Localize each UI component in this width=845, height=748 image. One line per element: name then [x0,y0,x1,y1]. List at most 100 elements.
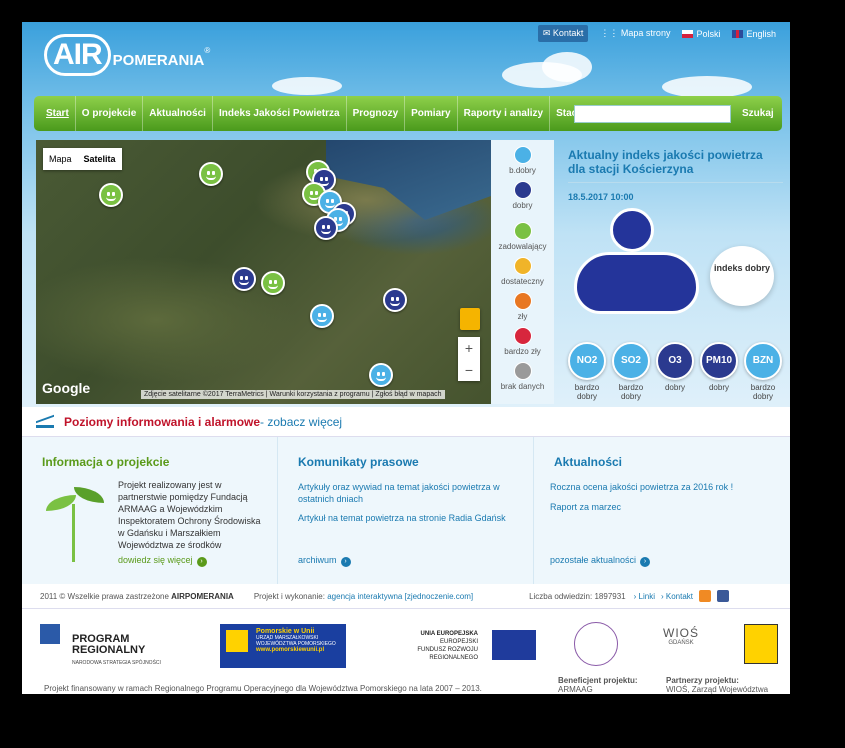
arrow-right-icon: › [340,557,351,567]
legend-face-icon [513,292,532,310]
pollutant-name: PM10 [700,342,738,380]
content-columns: Informacja o projekcie Projekt realizowa… [22,437,790,584]
press-link-1[interactable]: Artykuły oraz wywiad na temat jakości po… [298,481,508,505]
press-more-link[interactable]: archiwum › [298,555,351,567]
eu-logo[interactable]: UNIA EUROPEJSKA EUROPEJSKI FUNDUSZ ROZWO… [412,630,536,664]
pollutant-no2[interactable]: NO2 bardzo dobry [568,342,606,401]
map-type-map[interactable]: Mapa [43,148,78,170]
station-marker[interactable] [310,304,334,328]
legend-label: bardzo zły [504,347,541,356]
zoom-in-button[interactable]: + [458,337,480,359]
news-link-1[interactable]: Roczna ocena jakości powietrza za 2016 r… [550,481,770,493]
sitemap-label: Mapa strony [620,28,671,38]
legend-item: dostateczny [491,257,554,286]
polish-label: Polski [696,28,721,39]
beneficiary-value: ARMAAG [558,685,593,694]
street-view-icon[interactable] [460,308,480,330]
press-column: Komunikaty prasowe Artykuły oraz wywiad … [278,437,534,584]
program-regionalny-logo[interactable]: PROGRAM REGIONALNY NARODOWA STRATEGIA SPÓ… [40,624,161,666]
pollutant-bzn[interactable]: BZN bardzo dobry [744,342,782,401]
pomorskie-sub: URZĄD MARSZAŁKOWSKI WOJEWÓDZTWA POMORSKI… [256,635,336,647]
air-quality-index-panel: Aktualny indeks jakości powietrza dla st… [554,140,790,404]
nav-pomiary[interactable]: Pomiary [405,96,458,131]
english-link[interactable]: English [732,29,776,39]
pollutant-so2[interactable]: SO2 bardzo dobry [612,342,650,401]
news-more-label: pozostałe aktualności [550,555,637,565]
search-button[interactable]: Szukaj [742,105,774,123]
pomorskie-coat-of-arms-icon[interactable] [744,624,778,664]
top-links: ✉ Kontakt ⋮⋮ Mapa strony Polski English [537,25,776,42]
station-marker[interactable] [232,267,256,291]
legend-face-icon [513,327,532,345]
wios-sub: GDAŃSK [668,640,694,646]
site-logo[interactable]: AIR POMERANIA ® [44,30,210,80]
legend-face-icon [513,257,532,275]
arrow-right-icon: › [196,557,207,567]
pollutant-pm10[interactable]: PM10 dobry [700,342,738,401]
kontakt-label: Kontakt [552,28,584,38]
nav-aktualnosci[interactable]: Aktualności [143,96,213,131]
facebook-icon[interactable] [716,590,729,602]
press-title: Komunikaty prasowe [298,455,419,469]
armaag-logo[interactable] [574,622,618,666]
news-link-2[interactable]: Raport za marzec [550,501,770,513]
logo-registered: ® [204,45,211,55]
station-marker[interactable] [199,162,223,186]
attribution-report[interactable]: Zgłoś błąd w mapach [375,391,441,398]
station-marker[interactable] [383,288,407,312]
index-date: 18.5.2017 10:00 [568,192,634,202]
pomorskie-crest-icon [226,630,248,652]
logo-pomerania: POMERANIA [112,51,205,69]
info-column: Informacja o projekcie Projekt realizowa… [22,437,278,584]
program-logo-text: PROGRAM REGIONALNY [72,633,146,656]
press-more-label: archiwum [298,555,337,565]
attribution-terms[interactable]: Warunki korzystania z programu [270,391,370,398]
news-column: Aktualności Roczna ocena jakości powietr… [534,437,790,584]
pollutant-o3[interactable]: O3 dobry [656,342,694,401]
zoom-out-button[interactable]: − [458,359,480,381]
footer-kontakt-link[interactable]: › Kontakt [661,592,693,601]
made-by-label: Projekt i wykonanie: [253,591,325,601]
nav-o-projekcie[interactable]: O projekcie [76,96,144,131]
legend-item: zły [491,292,554,321]
polish-link[interactable]: Polski [682,29,720,39]
sitemap-link[interactable]: ⋮⋮ Mapa strony [600,28,670,39]
zoom-control: + − [458,337,480,381]
legend-label: dobry [512,201,533,210]
legend-item: b.dobry [491,146,554,175]
alarm-link[interactable]: - zobacz więcej [260,415,342,429]
plant-icon [44,479,104,569]
kontakt-link[interactable]: ✉ Kontakt [537,25,589,42]
wios-logo[interactable]: WIOŚ GDAŃSK [656,626,706,660]
info-more-link[interactable]: dowiedz się więcej › [118,555,207,567]
alarm-bar[interactable]: Poziomy informowania i alarmowe - zobacz… [22,407,790,437]
nav-raporty[interactable]: Raporty i analizy [458,96,551,131]
polish-flag-icon [682,29,694,38]
press-link-2[interactable]: Artykuł na temat powietrza na stronie Ra… [298,512,508,524]
pollutant-label: dobry [664,383,685,392]
station-marker[interactable] [369,363,393,387]
pomorskie-w-unii-logo[interactable]: Pomorskie w Unii URZĄD MARSZAŁKOWSKI WOJ… [220,624,346,668]
station-marker[interactable] [99,183,123,207]
station-marker[interactable] [261,271,285,295]
stations-map[interactable]: Mapa Satelita + − Google Zdjęcie satelit… [36,140,491,404]
beneficiary-label: Beneficjent projektu: [558,676,638,685]
nav-prognozy[interactable]: Prognozy [347,96,406,131]
legend-item: bardzo zły [491,327,554,356]
pollutant-name: NO2 [568,342,606,380]
nav-start[interactable]: Start [40,96,76,131]
visits-label: Liczba odwiedzin: [529,591,593,601]
eu-sub: EUROPEJSKI FUNDUSZ ROZWOJU REGIONALNEGO [417,639,478,661]
beneficiary: Beneficjent projektu: ARMAAG [558,676,638,694]
search-input[interactable] [574,105,731,123]
footer-links-link[interactable]: › Linki [634,592,655,601]
rss-icon[interactable] [698,590,711,602]
pollutant-name: SO2 [612,342,650,380]
nav-indeks[interactable]: Indeks Jakości Powietrza [213,96,347,131]
news-more-link[interactable]: pozostałe aktualności › [550,555,651,567]
station-marker[interactable] [314,216,338,240]
agency-link[interactable]: agencja interaktywna [zjednoczenie.com] [327,592,473,601]
english-flag-icon [732,29,744,38]
program-logo-mark [40,624,60,644]
map-type-satellite[interactable]: Satelita [78,148,122,170]
